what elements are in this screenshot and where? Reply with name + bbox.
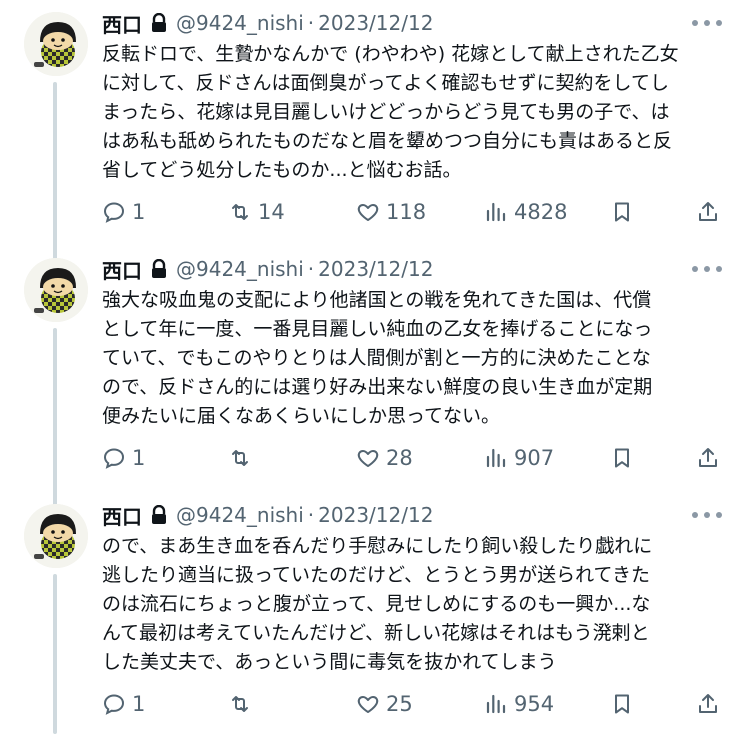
post-date[interactable]: 2023/12/12 (318, 503, 433, 527)
like-button[interactable]: 25 (356, 688, 413, 720)
retweet-icon (228, 692, 252, 716)
action-bar: 1 14 118 4828 (102, 196, 730, 228)
reply-count: 1 (132, 446, 146, 470)
retweet-icon (228, 200, 252, 224)
share-button[interactable] (696, 196, 720, 228)
thread-connector-line (53, 574, 57, 734)
more-dots-icon[interactable] (692, 16, 722, 30)
like-button[interactable]: 28 (356, 442, 413, 474)
view-count: 907 (514, 446, 555, 470)
reply-icon (102, 692, 126, 716)
retweet-button[interactable] (228, 442, 258, 474)
separator-dot: · (307, 11, 315, 35)
action-bar: 1 25 954 (102, 688, 730, 720)
author-name[interactable]: 西口 (102, 9, 142, 38)
tweet-thread: 西口 @9424_nishi · 2023/12/12 反転ドロで、生贄かなんか… (0, 0, 750, 734)
tweet-text: 強大な吸血鬼の支配により他諸国との戦を免れてきた国は、代償 として年に一度、一番… (102, 289, 653, 427)
reply-icon (102, 200, 126, 224)
like-count: 25 (386, 692, 413, 716)
views-button[interactable]: 907 (484, 442, 554, 474)
bookmark-button[interactable] (610, 196, 634, 228)
tweet-header: 西口 @9424_nishi · 2023/12/12 (102, 500, 433, 530)
bookmark-button[interactable] (610, 442, 634, 474)
author-handle[interactable]: @9424_nishi (176, 257, 304, 281)
separator-dot: · (307, 257, 315, 281)
separator-dot: · (307, 503, 315, 527)
like-button[interactable]: 118 (356, 196, 426, 228)
bookmark-icon (610, 200, 634, 224)
retweet-button[interactable] (228, 688, 258, 720)
lock-icon (150, 12, 168, 33)
thread-connector-line (53, 328, 57, 506)
reply-icon (102, 446, 126, 470)
tweet-header: 西口 @9424_nishi · 2023/12/12 (102, 254, 433, 284)
views-chart-icon (484, 200, 508, 224)
author-name[interactable]: 西口 (102, 255, 142, 284)
retweet-count: 14 (258, 200, 285, 224)
heart-icon (356, 446, 380, 470)
tweet-text: ので、まあ生き血を呑んだり手慰みにしたり飼い殺したり戯れに 逃したり適当に扱って… (102, 535, 653, 673)
bookmark-button[interactable] (610, 688, 634, 720)
views-button[interactable]: 954 (484, 688, 554, 720)
post-date[interactable]: 2023/12/12 (318, 257, 433, 281)
reply-button[interactable]: 1 (102, 688, 145, 720)
views-button[interactable]: 4828 (484, 196, 567, 228)
like-count: 118 (386, 200, 427, 224)
retweet-button[interactable]: 14 (228, 196, 285, 228)
tweet-text: 反転ドロで、生贄かなんかで (わやわや) 花嫁として献上された乙女 に対して、反… (102, 43, 679, 181)
reply-button[interactable]: 1 (102, 442, 145, 474)
action-bar: 1 28 907 (102, 442, 730, 474)
reply-button[interactable]: 1 (102, 196, 145, 228)
retweet-icon (228, 446, 252, 470)
share-icon (696, 446, 720, 470)
reply-count: 1 (132, 692, 146, 716)
heart-icon (356, 692, 380, 716)
author-handle[interactable]: @9424_nishi (176, 503, 304, 527)
like-count: 28 (386, 446, 413, 470)
lock-icon (150, 504, 168, 525)
avatar[interactable] (24, 258, 88, 322)
views-chart-icon (484, 692, 508, 716)
share-icon (696, 692, 720, 716)
bookmark-icon (610, 692, 634, 716)
author-name[interactable]: 西口 (102, 501, 142, 530)
bookmark-icon (610, 446, 634, 470)
post-date[interactable]: 2023/12/12 (318, 11, 433, 35)
reply-count: 1 (132, 200, 146, 224)
author-handle[interactable]: @9424_nishi (176, 11, 304, 35)
lock-icon (150, 258, 168, 279)
more-dots-icon[interactable] (692, 262, 722, 276)
avatar[interactable] (24, 504, 88, 568)
view-count: 4828 (514, 200, 568, 224)
share-button[interactable] (696, 688, 720, 720)
avatar[interactable] (24, 12, 88, 76)
tweet-header: 西口 @9424_nishi · 2023/12/12 (102, 8, 433, 38)
view-count: 954 (514, 692, 555, 716)
share-icon (696, 200, 720, 224)
thread-connector-line (53, 82, 57, 260)
more-dots-icon[interactable] (692, 508, 722, 522)
share-button[interactable] (696, 442, 720, 474)
views-chart-icon (484, 446, 508, 470)
heart-icon (356, 200, 380, 224)
